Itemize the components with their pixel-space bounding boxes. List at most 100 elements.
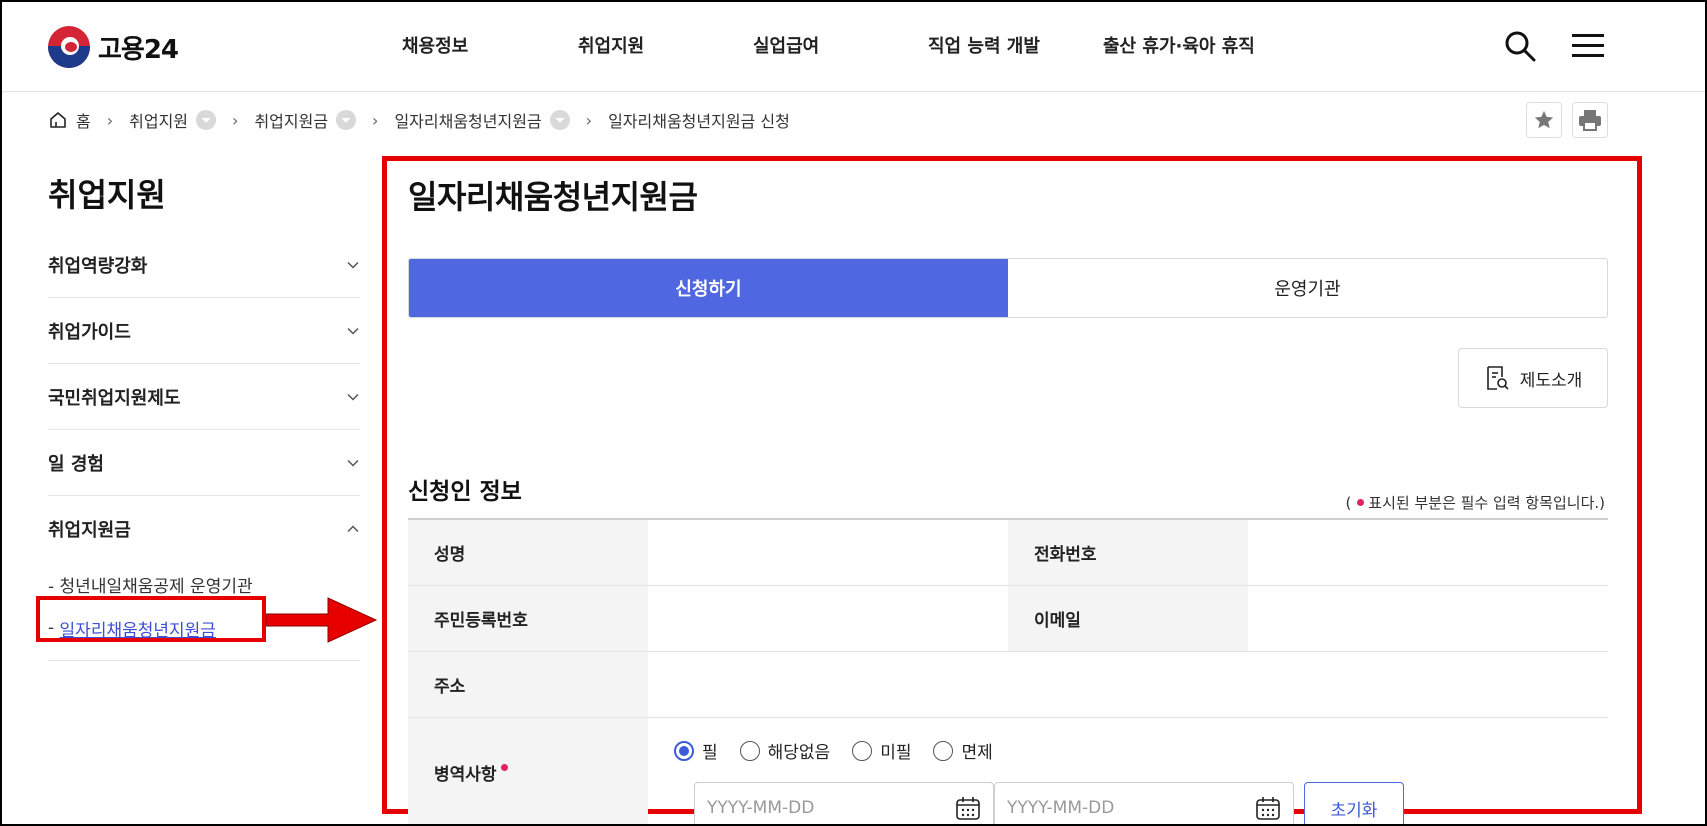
field-label-military: 병역사항 (408, 718, 648, 824)
required-dot-icon (501, 764, 508, 771)
sidebar-item-work-experience[interactable]: 일 경험 (48, 430, 360, 496)
service-end-date-field[interactable] (994, 782, 1294, 824)
breadcrumb-item-3[interactable]: 일자리채움청년지원금 (394, 108, 570, 132)
chevron-up-icon (347, 525, 359, 533)
sidebar-item-label: 취업역량강화 (48, 255, 148, 277)
annotation-arrow-icon (266, 597, 378, 643)
page-frame: 고용24 채용정보 취업지원 실업급여 직업 능력 개발 출산 휴가·육아 휴직… (0, 0, 1707, 826)
sidebar-item-label: 취업가이드 (48, 321, 131, 343)
nav-item-unemployment-benefit[interactable]: 실업급여 (753, 32, 928, 58)
reset-button[interactable]: 초기화 (1304, 782, 1404, 824)
radio-unchecked-icon[interactable] (739, 740, 760, 761)
tab-apply[interactable]: 신청하기 (409, 259, 1008, 317)
sidebar-item-guide[interactable]: 취업가이드 (48, 298, 360, 364)
sidebar-item-national-support[interactable]: 국민취업지원제도 (48, 364, 360, 430)
field-label-military-text: 병역사항 (434, 765, 497, 785)
program-intro-button[interactable]: 제도소개 (1458, 348, 1608, 408)
logo-text: 고용24 (98, 34, 179, 65)
hamburger-menu-icon[interactable] (1572, 32, 1604, 60)
chevron-right-icon: › (372, 110, 379, 130)
field-value-military: 필 해당없음 미필 면제 YYYY-MM-DD YYYY-MM-DD 초기화 (648, 718, 1608, 824)
field-value-rrn (648, 586, 1008, 651)
main-nav: 채용정보 취업지원 실업급여 직업 능력 개발 출산 휴가·육아 휴직 (402, 32, 1303, 58)
sidebar-item-capacity[interactable]: 취업역량강화 (48, 232, 360, 298)
chevron-down-icon (347, 393, 359, 401)
chevron-down-icon[interactable] (549, 110, 570, 130)
field-value-address (648, 652, 1608, 717)
table-row: 주소 (408, 652, 1608, 718)
field-label-phone: 전화번호 (1008, 520, 1248, 585)
field-label-name: 성명 (408, 520, 648, 585)
chevron-right-icon: › (232, 110, 239, 130)
program-intro-label: 제도소개 (1519, 370, 1583, 391)
radio-not-applicable[interactable]: 해당없음 (739, 738, 831, 763)
radio-unchecked-icon[interactable] (852, 740, 873, 761)
field-label-address: 주소 (408, 652, 648, 717)
table-row: 성명 전화번호 (408, 520, 1608, 586)
sidebar-title: 취업지원 (48, 176, 166, 214)
chevron-down-icon (347, 327, 359, 335)
required-note: ( 표시된 부분은 필수 입력 항목입니다.) (1345, 492, 1605, 513)
site-header: 고용24 채용정보 취업지원 실업급여 직업 능력 개발 출산 휴가·육아 휴직 (2, 2, 1705, 92)
sidebar-sub-item-label: - 청년내일채움공제 운영기관 (48, 576, 253, 597)
chevron-down-icon (347, 261, 359, 269)
breadcrumb-item-1[interactable]: 취업지원 (129, 108, 217, 132)
sidebar-item-label: 취업지원금 (48, 520, 131, 541)
applicant-info-table: 성명 전화번호 주민등록번호 이메일 주소 병역사항 필 해당없음 미필 면제 … (408, 518, 1608, 824)
chevron-down-icon[interactable] (336, 110, 357, 130)
field-label-rrn: 주민등록번호 (408, 586, 648, 651)
radio-unchecked-icon[interactable] (933, 740, 954, 761)
breadcrumb-item-2[interactable]: 취업지원금 (254, 108, 357, 132)
nav-item-parental-leave[interactable]: 출산 휴가·육아 휴직 (1103, 32, 1303, 58)
page-tools (1526, 102, 1608, 138)
nav-item-skills-development[interactable]: 직업 능력 개발 (928, 32, 1103, 58)
tab-operators[interactable]: 운영기관 (1008, 259, 1607, 317)
radio-label: 필 (702, 743, 718, 763)
military-radio-group: 필 해당없음 미필 면제 (674, 738, 993, 763)
nav-item-employment-support[interactable]: 취업지원 (578, 32, 753, 58)
required-note-prefix: ( (1345, 493, 1352, 512)
service-end-date-input[interactable] (1007, 798, 1227, 818)
table-row: 주민등록번호 이메일 (408, 586, 1608, 652)
service-start-date-field[interactable] (694, 782, 994, 824)
star-icon (1534, 110, 1554, 129)
radio-served[interactable]: 필 (674, 738, 718, 763)
table-row: 병역사항 필 해당없음 미필 면제 YYYY-MM-DD YYYY-MM-DD … (408, 718, 1608, 824)
site-logo[interactable]: 고용24 (48, 26, 179, 68)
radio-exempt[interactable]: 면제 (933, 738, 993, 763)
sidebar-item-subsidy[interactable]: 취업지원금 (48, 496, 360, 562)
radio-not-served[interactable]: 미필 (852, 738, 911, 763)
radio-label: 해당없음 (767, 743, 831, 763)
taegeuk-logo-icon (48, 26, 90, 68)
breadcrumb-current: 일자리채움청년지원금 신청 (608, 108, 790, 132)
radio-label: 면제 (961, 743, 993, 763)
section-title: 신청인 정보 (408, 479, 522, 505)
chevron-down-icon (347, 459, 359, 467)
bookmark-button[interactable] (1526, 102, 1562, 138)
document-search-icon (1486, 366, 1509, 390)
breadcrumb-home-label: 홈 (76, 112, 91, 131)
nav-item-jobs[interactable]: 채용정보 (402, 32, 578, 58)
breadcrumb-item-1-label: 취업지원 (129, 112, 189, 131)
chevron-right-icon: › (585, 110, 593, 130)
service-start-date-input[interactable] (707, 798, 927, 818)
breadcrumb: 홈 › 취업지원 › 취업지원금 › 일자리채움청년지원금 › 일자리채움청년지… (48, 108, 790, 132)
calendar-icon[interactable] (1255, 795, 1281, 821)
breadcrumb-current-label: 일자리채움청년지원금 신청 (608, 112, 790, 131)
search-icon[interactable] (1504, 30, 1536, 62)
field-value-phone (1248, 520, 1608, 585)
sidebar-item-label: 일 경험 (48, 453, 104, 475)
field-value-email (1248, 586, 1608, 651)
chevron-down-icon[interactable] (196, 110, 217, 130)
field-value-name (648, 520, 1008, 585)
sidebar-item-label: 국민취업지원제도 (48, 387, 181, 409)
breadcrumb-home[interactable]: 홈 (48, 108, 91, 132)
required-dot-icon (1357, 499, 1365, 506)
radio-checked-icon[interactable] (674, 740, 694, 761)
home-icon (50, 112, 66, 128)
radio-label: 미필 (880, 743, 912, 763)
calendar-icon[interactable] (955, 795, 981, 821)
print-button[interactable] (1572, 102, 1608, 138)
required-note-text: 표시된 부분은 필수 입력 항목입니다.) (1368, 494, 1605, 512)
breadcrumb-item-2-label: 취업지원금 (254, 112, 329, 131)
